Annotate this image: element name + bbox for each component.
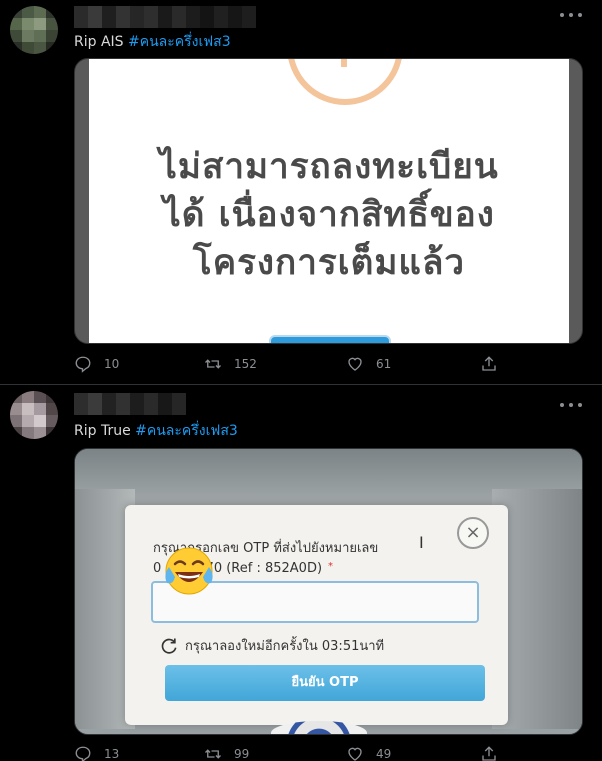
retweet-count: 99 <box>234 747 250 761</box>
display-name-blurred[interactable] <box>74 393 194 415</box>
face-with-tears-of-joy-icon <box>165 547 213 595</box>
display-name-blurred[interactable] <box>74 6 264 28</box>
retweet-icon <box>205 749 221 759</box>
reply-button[interactable]: 13 <box>74 745 119 761</box>
share-icon <box>482 356 496 371</box>
share-button[interactable] <box>480 355 498 373</box>
more-options-icon[interactable] <box>560 10 582 20</box>
close-icon: × <box>457 517 489 549</box>
confirm-otp-button: ยืนยัน OTP <box>165 665 485 701</box>
like-count: 61 <box>376 357 392 371</box>
share-icon <box>482 746 496 761</box>
hashtag-link[interactable]: #คนละครึ่งเฟส3 <box>135 423 238 439</box>
registration-full-message: ไม่สามารถลงทะเบียน ได้ เนื่องจากสิทธิ์ขอ… <box>89 143 569 287</box>
tweet-actions: 13 99 49 <box>74 745 514 761</box>
like-button[interactable]: 61 <box>346 355 391 373</box>
retweet-count: 152 <box>234 357 257 371</box>
message-line: ไม่สามารถลงทะเบียน <box>159 147 499 187</box>
retry-timer-text: กรุณาลองใหม่อีกครั้งใน 03:51นาที <box>185 639 385 654</box>
reply-count: 13 <box>104 747 120 761</box>
otp-dialog-photo: กรุณากรอกเลข OTP ที่ส่งไปยังหมายเลข I 07… <box>125 505 508 725</box>
like-count: 49 <box>376 747 392 761</box>
avatar[interactable] <box>10 391 58 439</box>
reply-button[interactable]: 10 <box>74 355 119 373</box>
retweet-button[interactable]: 99 <box>204 745 249 761</box>
avatar[interactable] <box>10 6 58 54</box>
message-line: ได้ เนื่องจากสิทธิ์ของ <box>163 195 495 235</box>
retweet-icon <box>205 359 221 369</box>
tweet-2[interactable]: Rip True #คนละครึ่งเฟส3 กรุณากรอกเลข OTP… <box>0 385 602 761</box>
more-options-icon[interactable] <box>560 400 582 410</box>
tweet-text-body: Rip AIS <box>74 34 128 50</box>
tweet-media-image[interactable]: กรุณากรอกเลข OTP ที่ส่งไปยังหมายเลข I 07… <box>74 448 583 735</box>
reply-icon <box>75 746 91 761</box>
tweet-media-image[interactable]: ไม่สามารถลงทะเบียน ได้ เนื่องจากสิทธิ์ขอ… <box>74 58 583 344</box>
tweet-text: Rip AIS #คนละครึ่งเฟส3 <box>74 31 231 53</box>
tweet-text: Rip True #คนละครึ่งเฟส3 <box>74 420 238 442</box>
tweet-text-body: Rip True <box>74 423 136 439</box>
tweet-actions: 10 152 61 <box>74 355 514 375</box>
message-line: โครงการเต็มแล้ว <box>192 243 466 283</box>
share-button[interactable] <box>480 745 498 761</box>
reply-icon <box>75 356 91 373</box>
refresh-icon <box>161 638 177 654</box>
required-mark: * <box>328 561 334 572</box>
app-error-card: ไม่สามารถลงทะเบียน ได้ เนื่องจากสิทธิ์ขอ… <box>89 59 569 343</box>
like-button[interactable]: 49 <box>346 745 391 761</box>
retry-timer: กรุณาลองใหม่อีกครั้งใน 03:51นาที <box>159 635 384 656</box>
tweet-1[interactable]: Rip AIS #คนละครึ่งเฟส3 ไม่สามารถลงทะเบีย… <box>0 0 602 384</box>
text-cursor-icon: I <box>419 533 424 552</box>
app-button-partial <box>269 335 391 343</box>
heart-icon <box>348 747 362 761</box>
reply-count: 10 <box>104 357 120 371</box>
retweet-button[interactable]: 152 <box>204 355 257 373</box>
hashtag-link[interactable]: #คนละครึ่งเฟส3 <box>128 34 231 50</box>
otp-ref-text: 770 (Ref : 852A0D) <box>197 561 323 576</box>
heart-icon <box>348 357 362 371</box>
